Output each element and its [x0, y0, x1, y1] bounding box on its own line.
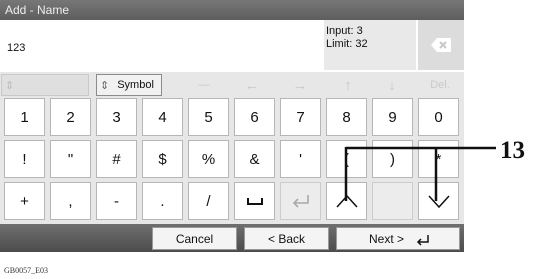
- backspace-button[interactable]: [418, 20, 464, 70]
- input-value: 123: [7, 42, 26, 54]
- key[interactable]: $: [142, 140, 183, 178]
- key[interactable]: ': [280, 140, 321, 178]
- key[interactable]: 1: [4, 98, 45, 136]
- key[interactable]: 4: [142, 98, 183, 136]
- caret-up-icon: [335, 194, 358, 208]
- key[interactable]: *: [418, 140, 459, 178]
- keyboard-panel: Add - Name 123 Input: 3 Limit: 32 ⇕ ⇕ Sy…: [0, 0, 464, 252]
- cursor-left-button[interactable]: ←: [232, 74, 272, 96]
- figure-code: GB0057_E03: [4, 266, 48, 275]
- backspace-x-icon: [431, 38, 451, 52]
- key[interactable]: %: [188, 140, 229, 178]
- key[interactable]: ": [50, 140, 91, 178]
- empty-key[interactable]: [372, 182, 413, 220]
- cursor-right-button[interactable]: →: [280, 74, 320, 96]
- key[interactable]: ): [372, 140, 413, 178]
- chevron-updown-icon: ⇕: [100, 79, 110, 92]
- key[interactable]: -: [96, 182, 137, 220]
- symbol-button[interactable]: ⇕ Symbol: [96, 74, 162, 96]
- key[interactable]: 6: [234, 98, 275, 136]
- next-label: Next >: [369, 231, 405, 246]
- input-mode-selector-icon: ⇕: [5, 79, 15, 92]
- key[interactable]: 7: [280, 98, 321, 136]
- key[interactable]: 3: [96, 98, 137, 136]
- key[interactable]: 2: [50, 98, 91, 136]
- space-icon: [246, 198, 263, 205]
- cursor-up-button[interactable]: ↑: [328, 74, 368, 96]
- key[interactable]: ,: [50, 182, 91, 220]
- cancel-button[interactable]: Cancel: [152, 227, 237, 250]
- key[interactable]: .: [142, 182, 183, 220]
- enter-icon: [292, 195, 309, 208]
- key[interactable]: 0: [418, 98, 459, 136]
- space-key[interactable]: [234, 182, 275, 220]
- symbol-label: Symbol: [117, 79, 154, 91]
- key[interactable]: 9: [372, 98, 413, 136]
- input-count: Input: 3: [326, 25, 363, 37]
- limit-count: Limit: 32: [326, 38, 368, 50]
- cursor-down-button[interactable]: ↓: [372, 74, 412, 96]
- caret-up-key[interactable]: [326, 182, 367, 220]
- callout-number: 13: [500, 137, 525, 164]
- caret-down-key[interactable]: [418, 182, 459, 220]
- function-key-row: ⇕ ⇕ Symbol — ← → ↑ ↓ Del.: [0, 74, 464, 96]
- dash-button[interactable]: —: [184, 74, 224, 96]
- enter-key[interactable]: [280, 182, 321, 220]
- key[interactable]: #: [96, 140, 137, 178]
- screen-title: Add - Name: [0, 0, 464, 20]
- input-mode-button[interactable]: ⇕: [1, 74, 89, 96]
- char-counter: Input: 3 Limit: 32: [324, 20, 416, 70]
- key[interactable]: +: [4, 182, 45, 220]
- key[interactable]: 8: [326, 98, 367, 136]
- bottom-bar: Cancel < Back Next >: [0, 224, 464, 252]
- key[interactable]: /: [188, 182, 229, 220]
- caret-down-icon: [427, 195, 450, 209]
- key[interactable]: !: [4, 140, 45, 178]
- key[interactable]: (: [326, 140, 367, 178]
- delete-button[interactable]: Del.: [420, 74, 460, 96]
- key[interactable]: &: [234, 140, 275, 178]
- key[interactable]: 5: [188, 98, 229, 136]
- next-button[interactable]: Next >: [336, 227, 460, 250]
- enter-icon: [416, 234, 429, 246]
- back-button[interactable]: < Back: [244, 227, 329, 250]
